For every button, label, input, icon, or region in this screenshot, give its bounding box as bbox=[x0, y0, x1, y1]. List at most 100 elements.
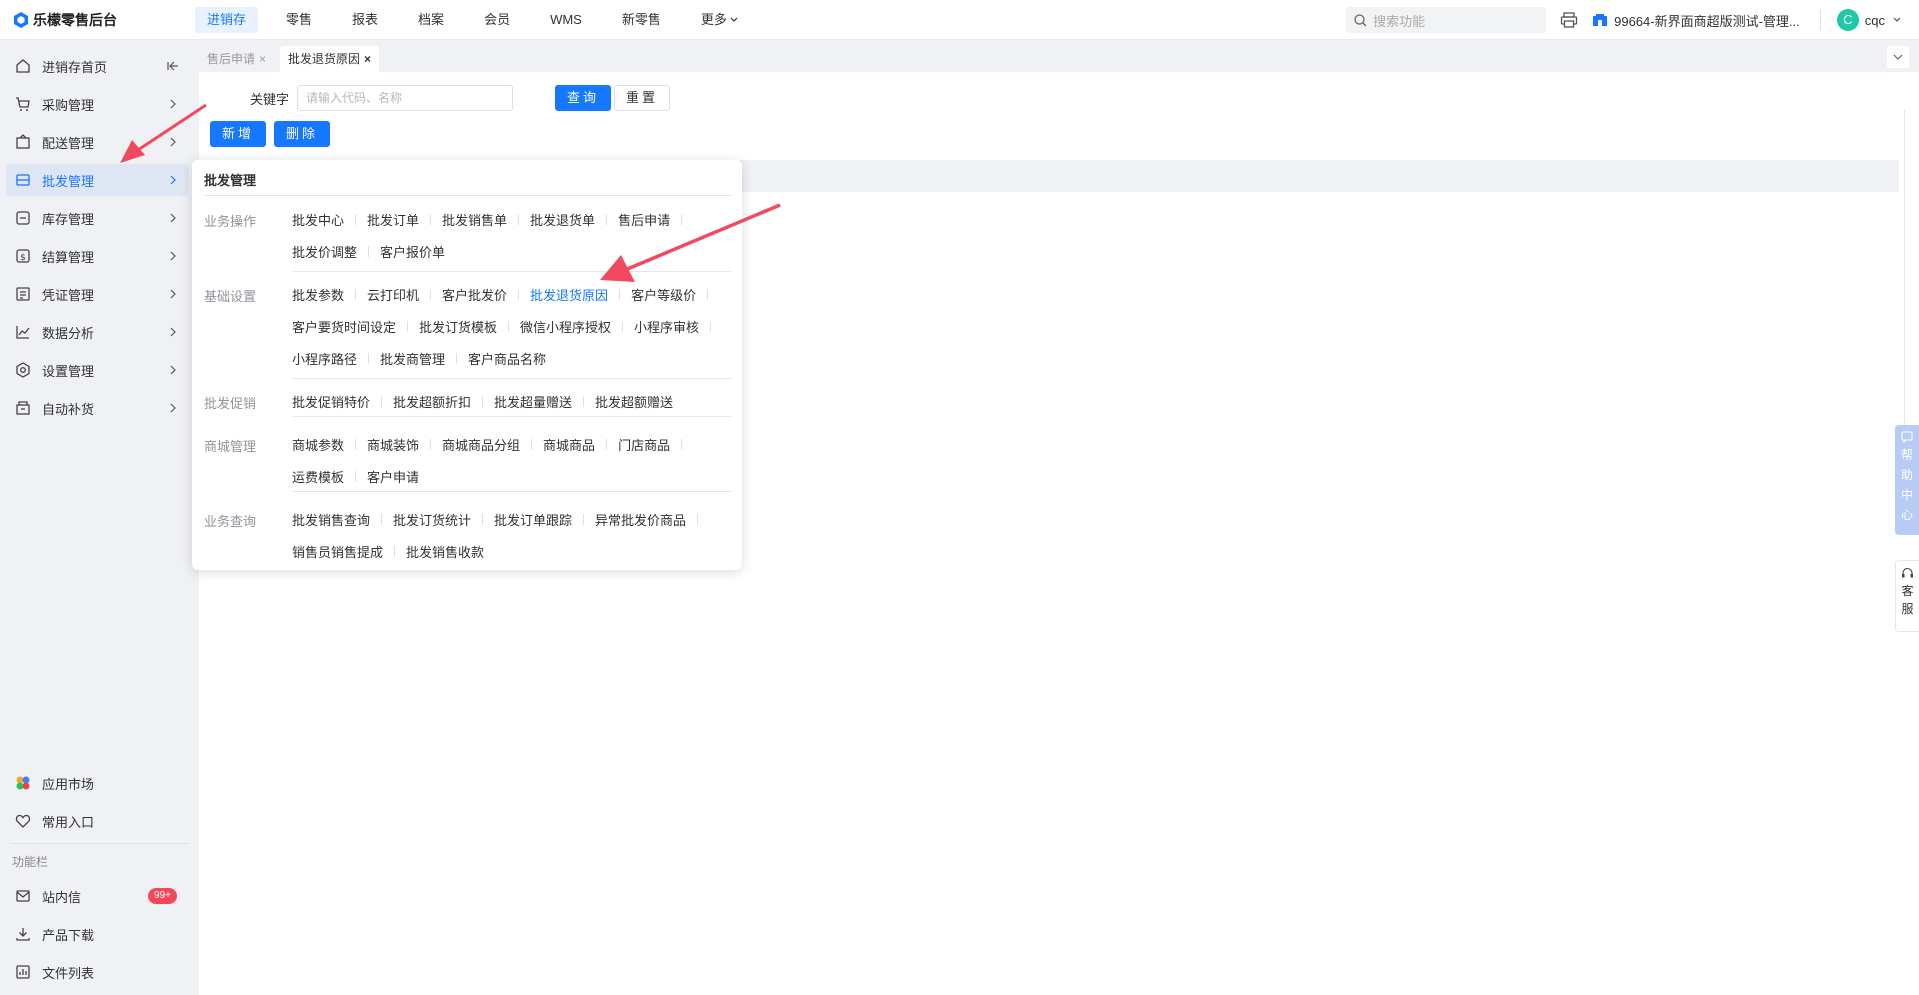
store-selector[interactable]: 99664-新界面商超版测试-管理... bbox=[1592, 11, 1800, 30]
menu-link[interactable]: 销售员销售提成 bbox=[292, 542, 383, 561]
sidebar-item-messages[interactable]: 站内信 99+ bbox=[6, 880, 189, 912]
divider bbox=[606, 213, 608, 225]
menu-link[interactable]: 批发中心 bbox=[292, 210, 344, 229]
divider bbox=[407, 320, 409, 332]
close-icon[interactable]: × bbox=[364, 52, 371, 66]
menu-link[interactable]: 小程序审核 bbox=[634, 317, 699, 336]
sidebar-item-stock[interactable]: 库存管理 bbox=[6, 202, 189, 234]
menu-link[interactable]: 商城参数 bbox=[292, 435, 344, 454]
menu-link[interactable]: 商城商品 bbox=[543, 435, 595, 454]
menu-link[interactable]: 微信小程序授权 bbox=[520, 317, 611, 336]
menu-link[interactable]: 批发销售查询 bbox=[292, 510, 370, 529]
topnav-reports[interactable]: 报表 bbox=[340, 7, 390, 33]
divider bbox=[508, 320, 510, 332]
menu-link[interactable]: 批发订单跟踪 bbox=[494, 510, 572, 529]
sidebar-item-downloads[interactable]: 产品下载 bbox=[6, 918, 189, 950]
menu-link[interactable]: 批发参数 bbox=[292, 285, 344, 304]
menu-link[interactable]: 批发订货统计 bbox=[393, 510, 471, 529]
user-name: cqc bbox=[1864, 12, 1885, 28]
topnav-more[interactable]: 更多 bbox=[689, 7, 750, 33]
menu-link[interactable]: 商城商品分组 bbox=[442, 435, 520, 454]
sidebar-item-auto-restock[interactable]: 自动补货 bbox=[6, 392, 189, 424]
query-button[interactable]: 查询 bbox=[555, 85, 612, 111]
search-input[interactable]: 搜索功能 bbox=[1346, 7, 1547, 33]
menu-link[interactable]: 客户批发价 bbox=[442, 285, 507, 304]
menu-link[interactable]: 批发退货单 bbox=[530, 210, 595, 229]
menu-link[interactable]: 批发超额折扣 bbox=[393, 392, 471, 411]
menu-link[interactable]: 云打印机 bbox=[367, 285, 419, 304]
topnav-inventory[interactable]: 进销存 bbox=[195, 6, 259, 33]
topnav-wms[interactable]: WMS bbox=[538, 7, 594, 33]
chevron-right-icon bbox=[170, 327, 176, 337]
help-center-button[interactable]: 帮 助 中 心 bbox=[1895, 425, 1919, 535]
customer-service-button[interactable]: 客 服 bbox=[1895, 560, 1919, 632]
topnav-archive[interactable]: 档案 bbox=[406, 7, 456, 33]
sidebar-item-distribution[interactable]: 配送管理 bbox=[6, 126, 189, 158]
divider bbox=[583, 395, 585, 407]
divider bbox=[681, 213, 683, 225]
topnav-member[interactable]: 会员 bbox=[472, 7, 522, 33]
delete-button[interactable]: 删除 bbox=[274, 121, 331, 147]
menu-link[interactable]: 客户要货时间设定 bbox=[292, 317, 396, 336]
printer-icon[interactable] bbox=[1560, 11, 1578, 29]
sidebar-item-inventory-home[interactable]: 进销存首页 bbox=[6, 50, 189, 82]
menu-link[interactable]: 售后申请 bbox=[618, 210, 670, 229]
menu-link[interactable]: 批发销售单 bbox=[442, 210, 507, 229]
sidebar-item-label: 产品下载 bbox=[42, 927, 95, 943]
menu-link[interactable]: 批发订货模板 bbox=[419, 317, 497, 336]
menu-link[interactable]: 异常批发价商品 bbox=[595, 510, 686, 529]
menu-link[interactable]: 批发商管理 bbox=[380, 349, 445, 368]
menu-link[interactable]: 商城装饰 bbox=[367, 435, 419, 454]
settings-icon bbox=[14, 361, 32, 379]
divider bbox=[622, 320, 624, 332]
sidebar-item-app-market[interactable]: 应用市场 bbox=[6, 767, 189, 799]
sidebar-item-settings[interactable]: 设置管理 bbox=[6, 354, 189, 386]
keyword-input[interactable] bbox=[297, 85, 514, 111]
sidebar-item-data-analysis[interactable]: 数据分析 bbox=[6, 316, 189, 348]
menu-link[interactable]: 批发超量赠送 bbox=[494, 392, 572, 411]
sidebar-item-wholesale[interactable]: 批发管理 bbox=[6, 164, 189, 196]
menu-link[interactable]: 批发超额赠送 bbox=[595, 392, 673, 411]
menu-link[interactable]: 客户申请 bbox=[367, 467, 419, 486]
help-char: 助 bbox=[1900, 468, 1913, 482]
menu-link[interactable]: 运费模板 bbox=[292, 467, 344, 486]
menu-link[interactable]: 客户报价单 bbox=[380, 242, 445, 261]
menu-link[interactable]: 小程序路径 bbox=[292, 349, 357, 368]
sidebar-item-label: 数据分析 bbox=[42, 325, 95, 341]
tab-wholesale-return-reason[interactable]: 批发退货原因 × bbox=[280, 46, 380, 72]
divider bbox=[518, 213, 520, 225]
tab-after-sales[interactable]: 售后申请 × bbox=[199, 46, 275, 72]
sidebar-item-file-list[interactable]: 文件列表 bbox=[6, 956, 189, 988]
menu-link[interactable]: 批发销售收款 bbox=[406, 542, 484, 561]
add-button[interactable]: 新增 bbox=[210, 121, 267, 147]
popup-title: 批发管理 bbox=[204, 173, 257, 188]
heart-icon bbox=[14, 812, 32, 830]
voucher-icon bbox=[14, 285, 32, 303]
chevron-right-icon bbox=[170, 99, 176, 109]
user-menu[interactable]: C cqc bbox=[1836, 9, 1901, 31]
menu-link-wholesale-return-reason[interactable]: 批发退货原因 bbox=[530, 285, 608, 304]
sidebar: 进销存首页 采购管理 配送管理 批发管理 库存管理 $ 结算管理 凭证管理 数据… bbox=[0, 40, 199, 995]
group-label: 基础设置 bbox=[204, 289, 257, 304]
menu-link[interactable]: 门店商品 bbox=[618, 435, 670, 454]
file-list-icon bbox=[14, 963, 32, 981]
sidebar-item-favorites[interactable]: 常用入口 bbox=[6, 805, 189, 837]
menu-link[interactable]: 批发订单 bbox=[367, 210, 419, 229]
tab-menu-button[interactable] bbox=[1887, 46, 1909, 68]
topnav-retail[interactable]: 零售 bbox=[274, 7, 324, 33]
close-icon[interactable]: × bbox=[259, 52, 266, 66]
menu-link[interactable]: 批发促销特价 bbox=[292, 392, 370, 411]
divider bbox=[355, 470, 357, 482]
sidebar-item-settlement[interactable]: $ 结算管理 bbox=[6, 240, 189, 272]
menu-link[interactable]: 客户等级价 bbox=[631, 285, 696, 304]
scrollbar[interactable] bbox=[1904, 110, 1905, 430]
app-logo[interactable]: 乐檬零售后台 bbox=[0, 10, 195, 30]
menu-link[interactable]: 客户商品名称 bbox=[468, 349, 546, 368]
topnav-new-retail[interactable]: 新零售 bbox=[610, 7, 673, 33]
collapse-sidebar-icon[interactable] bbox=[167, 59, 179, 73]
menu-link[interactable]: 批发价调整 bbox=[292, 242, 357, 261]
sidebar-item-purchase[interactable]: 采购管理 bbox=[6, 88, 189, 120]
sidebar-item-voucher[interactable]: 凭证管理 bbox=[6, 278, 189, 310]
reset-button[interactable]: 重置 bbox=[614, 85, 671, 111]
divider bbox=[355, 438, 357, 450]
